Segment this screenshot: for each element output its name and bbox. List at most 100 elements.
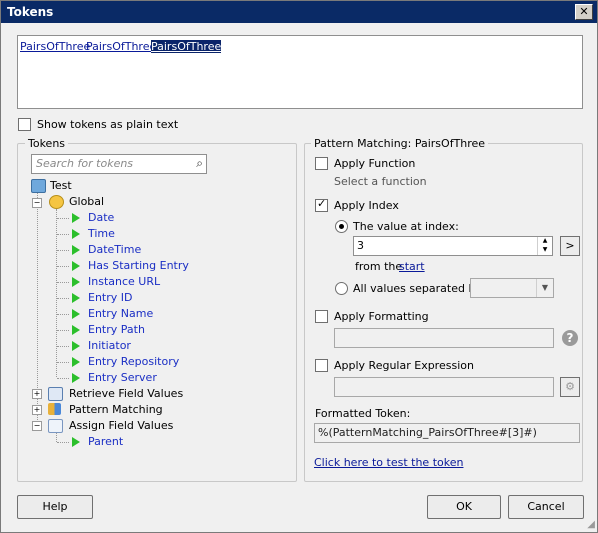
tokens-dialog: Tokens ✕ PairsOfThree PairsOfThree Pairs… — [0, 0, 598, 533]
tree-root[interactable]: Test — [50, 179, 72, 192]
tree-leaf-token[interactable]: Entry ID — [88, 291, 132, 304]
token-link[interactable]: PairsOfThree — [86, 40, 156, 53]
tree-leaf-token[interactable]: DateTime — [88, 243, 141, 256]
tokens-group-label: Tokens — [25, 137, 69, 150]
tree-leaf-token[interactable]: Time — [88, 227, 115, 240]
tree-leaf-token[interactable]: Instance URL — [88, 275, 160, 288]
collapse-toggle[interactable]: − — [32, 421, 42, 431]
show-plain-text-label: Show tokens as plain text — [37, 118, 179, 131]
index-value: 3 — [357, 239, 364, 252]
spin-up-icon: ▲ — [542, 237, 548, 244]
apply-formatting-label: Apply Formatting — [334, 310, 429, 323]
tree-leaf-token[interactable]: Entry Name — [88, 307, 153, 320]
collapse-toggle[interactable]: − — [32, 198, 42, 208]
tree-guide — [57, 266, 69, 267]
tree-node-assign[interactable]: Assign Field Values — [69, 419, 173, 432]
help-icon[interactable]: ? — [562, 330, 578, 346]
apply-regex-checkbox[interactable] — [315, 359, 328, 372]
show-plain-text-checkbox[interactable] — [18, 118, 31, 131]
apply-index-checkbox[interactable] — [315, 197, 328, 212]
tree-guide — [56, 433, 57, 442]
tree-leaf-token[interactable]: Has Starting Entry — [88, 259, 189, 272]
window-title: Tokens — [7, 5, 54, 19]
token-arrow-icon — [72, 213, 80, 223]
pattern-group-label: Pattern Matching: PairsOfThree — [311, 137, 489, 150]
tree-node-global[interactable]: Global — [69, 195, 104, 208]
close-button[interactable]: ✕ — [575, 4, 593, 20]
token-arrow-icon — [72, 373, 80, 383]
token-editor[interactable]: PairsOfThree PairsOfThree PairsOfThree — [17, 35, 583, 109]
tree-guide — [57, 218, 69, 219]
pattern-matching-icon — [48, 403, 61, 415]
search-placeholder: Search for tokens — [36, 157, 134, 170]
separator-dropdown[interactable]: ▼ — [470, 278, 554, 298]
start-link[interactable]: start — [399, 260, 425, 273]
tree-leaf-token[interactable]: Entry Server — [88, 371, 157, 384]
token-arrow-icon — [72, 437, 80, 447]
all-values-radio[interactable] — [335, 282, 348, 295]
tree-leaf-token[interactable]: Date — [88, 211, 114, 224]
apply-regex-label: Apply Regular Expression — [334, 359, 474, 372]
tree-guide — [57, 442, 69, 443]
token-arrow-icon — [72, 261, 80, 271]
token-arrow-icon — [72, 357, 80, 367]
tree-leaf-token[interactable]: Entry Path — [88, 323, 145, 336]
retrieve-fields-icon — [48, 387, 63, 401]
token-link-selected[interactable]: PairsOfThree — [151, 40, 222, 53]
apply-index-label: Apply Index — [334, 199, 399, 212]
resize-grip-icon[interactable]: ◢ — [587, 519, 595, 530]
token-arrow-icon — [72, 245, 80, 255]
token-arrow-icon — [72, 341, 80, 351]
index-stepper[interactable]: 3 ▲ ▼ — [353, 236, 553, 256]
regex-builder-button[interactable]: ⚙ — [560, 377, 580, 397]
select-function-hint: Select a function — [334, 175, 427, 188]
expand-toggle[interactable]: + — [32, 405, 42, 415]
formatting-input[interactable] — [334, 328, 554, 348]
tree-node-pattern[interactable]: Pattern Matching — [69, 403, 163, 416]
chevron-down-icon: ▼ — [536, 279, 553, 297]
apply-function-checkbox[interactable] — [315, 157, 328, 170]
tree-guide — [57, 314, 69, 315]
tree-guide — [57, 282, 69, 283]
ok-button[interactable]: OK — [427, 495, 501, 519]
apply-function-label: Apply Function — [334, 157, 416, 170]
tree-guide — [57, 378, 69, 379]
title-bar: Tokens ✕ — [1, 1, 597, 23]
tree-guide — [57, 250, 69, 251]
index-spin-buttons[interactable]: ▲ ▼ — [537, 237, 552, 255]
tree-guide — [57, 330, 69, 331]
token-link[interactable]: PairsOfThree — [20, 40, 90, 53]
tree-guide — [57, 298, 69, 299]
value-at-index-radio[interactable] — [335, 220, 348, 233]
tree-guide — [57, 234, 69, 235]
formatted-token-label: Formatted Token: — [315, 407, 411, 420]
token-arrow-icon — [72, 277, 80, 287]
workflow-icon — [31, 179, 46, 193]
global-icon — [49, 195, 64, 209]
token-arrow-icon — [72, 293, 80, 303]
regex-input[interactable] — [334, 377, 554, 397]
test-token-link[interactable]: Click here to test the token — [314, 456, 463, 469]
search-icon: ⌕ — [196, 156, 203, 170]
all-values-label: All values separated by: — [353, 282, 485, 295]
tree-node-retrieve[interactable]: Retrieve Field Values — [69, 387, 183, 400]
from-the-label: from the — [355, 260, 403, 273]
tree-guide — [57, 362, 69, 363]
value-at-index-label: The value at index: — [353, 220, 459, 233]
help-button[interactable]: Help — [17, 495, 93, 519]
tree-guide — [57, 346, 69, 347]
assign-fields-icon — [48, 419, 63, 433]
formatted-token-value: %(PatternMatching_PairsOfThree#[3]#) — [318, 426, 537, 439]
expand-toggle[interactable]: + — [32, 389, 42, 399]
token-arrow-icon — [72, 309, 80, 319]
index-arrow-button[interactable]: > — [560, 236, 580, 256]
tree-leaf-token[interactable]: Initiator — [88, 339, 131, 352]
cancel-button[interactable]: Cancel — [508, 495, 584, 519]
spin-down-icon: ▼ — [542, 246, 548, 253]
token-arrow-icon — [72, 229, 80, 239]
tree-leaf-parent[interactable]: Parent — [88, 435, 123, 448]
apply-formatting-checkbox[interactable] — [315, 310, 328, 323]
formatted-token-field: %(PatternMatching_PairsOfThree#[3]#) — [314, 423, 580, 443]
token-search-input[interactable]: Search for tokens ⌕ — [31, 154, 207, 174]
tree-leaf-token[interactable]: Entry Repository — [88, 355, 179, 368]
